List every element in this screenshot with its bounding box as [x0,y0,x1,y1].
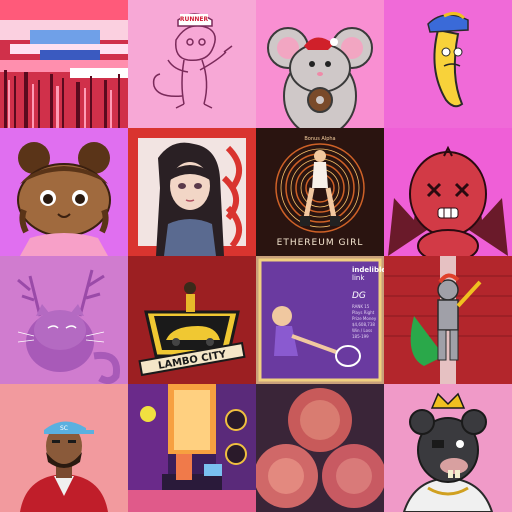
stat-line: Prize Money [352,316,377,321]
antler-cat-tile[interactable] [0,256,128,384]
glitch-art-tile[interactable] [0,0,128,128]
devil-monster-image [384,128,512,256]
cap-text: RUNNER [180,16,209,23]
tennis-card-tile[interactable]: indelible link DG RANK 15 Plays Right Pr… [256,256,384,384]
stat-line: $4,608,738 [352,322,375,327]
man-red-jacket-image: SC [0,384,128,512]
antler-cat-image [0,256,128,384]
three-circles-tile[interactable] [256,384,384,512]
studio-room-image [128,384,256,512]
glitch-art-image [0,0,128,128]
cat-with-cap-image: RUNNER [128,0,256,128]
stat-line: Win / Loss [352,328,372,333]
poster-title: ETHEREUM GIRL [277,238,364,248]
king-rat-image [384,384,512,512]
player-code: DG [352,291,366,301]
mouse-donut-tile[interactable] [256,0,384,128]
stat-line: RANK 15 [352,304,370,309]
tennis-card-image: indelible link DG RANK 15 Plays Right Pr… [256,256,384,384]
robot-hero-tile[interactable] [384,256,512,384]
studio-room-tile[interactable] [128,384,256,512]
cute-girl-tile[interactable] [0,128,128,256]
cat-with-cap-tile[interactable]: RUNNER [128,0,256,128]
devil-monster-tile[interactable] [384,128,512,256]
man-red-jacket-tile[interactable]: SC [0,384,128,512]
stat-line: Plays Right [352,310,375,315]
nft-gallery-grid: RUNNER Bonus Alpha ETHEREUM GIRL LAMBO C… [0,0,512,512]
lambo-city-tile[interactable]: LAMBO CITY [128,256,256,384]
brand-text: indelible [352,266,384,274]
stat-line: 185-199 [352,334,369,339]
brand-text-2: link [352,274,365,282]
poster-subtitle: Bonus Alpha [304,136,335,142]
king-rat-tile[interactable] [384,384,512,512]
cute-girl-image [0,128,128,256]
ethereum-girl-image: Bonus Alpha ETHEREUM GIRL [256,128,384,256]
robot-hero-image [384,256,512,384]
anime-girl-tile[interactable] [128,128,256,256]
three-circles-image [256,384,384,512]
cap-logo: SC [60,425,68,432]
mouse-donut-image [256,0,384,128]
banana-image [384,0,512,128]
ethereum-girl-tile[interactable]: Bonus Alpha ETHEREUM GIRL [256,128,384,256]
lambo-city-image: LAMBO CITY [128,256,256,384]
banana-tile[interactable] [384,0,512,128]
anime-girl-image [128,128,256,256]
